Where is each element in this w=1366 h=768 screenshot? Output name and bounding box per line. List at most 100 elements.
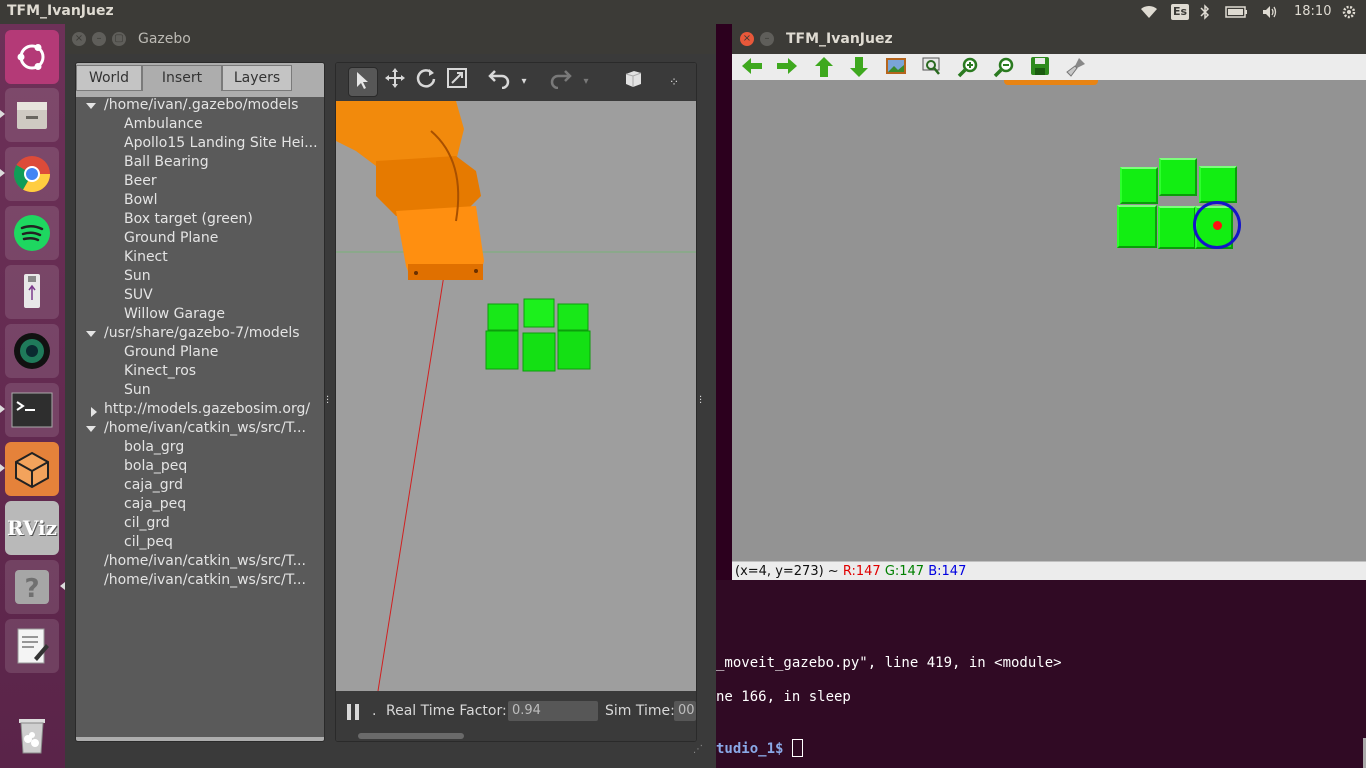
clock[interactable]: 18:10: [1294, 4, 1331, 20]
tree-folder[interactable]: /usr/share/gazebo-7/models: [104, 325, 318, 344]
image-view-window: × – TFM_IvanJuez (x=4, y=273) ~ R:147 G:…: [732, 24, 1366, 580]
minimize-icon[interactable]: –: [92, 32, 106, 46]
close-icon[interactable]: ×: [740, 32, 754, 46]
tree-item[interactable]: Kinect_ros: [124, 363, 318, 382]
redo-icon[interactable]: [546, 67, 576, 97]
tree-item[interactable]: SUV: [124, 287, 318, 306]
active-window-title: TFM_IvanJuez: [7, 3, 114, 19]
back-arrow-icon[interactable]: [740, 56, 764, 78]
camera-app-icon[interactable]: [5, 324, 59, 378]
tree-folder[interactable]: /home/ivan/catkin_ws/src/T...: [104, 420, 318, 439]
expand-right-icon[interactable]: [91, 407, 97, 417]
maximize-icon[interactable]: ▢: [112, 32, 126, 46]
3d-viewport[interactable]: [336, 101, 696, 691]
up-arrow-icon[interactable]: [812, 56, 836, 78]
tree-item[interactable]: bola_peq: [124, 458, 318, 477]
terminal-prompt: tudio_1$: [716, 741, 792, 757]
gazebo-icon[interactable]: [5, 442, 59, 496]
save-icon[interactable]: [1028, 56, 1052, 78]
select-arrow-icon[interactable]: [348, 67, 378, 97]
files-icon[interactable]: [5, 88, 59, 142]
tree-label: caja_grd: [124, 477, 184, 493]
trash-icon[interactable]: [5, 708, 59, 762]
zoom-out-icon[interactable]: [992, 56, 1016, 78]
tree-item[interactable]: Ball Bearing: [124, 154, 318, 173]
chrome-icon[interactable]: [5, 147, 59, 201]
translate-icon[interactable]: [380, 67, 410, 97]
gazebo-window: × – ▢ Gazebo World Insert Layers /home/i…: [65, 24, 716, 768]
tree-item[interactable]: Sun: [124, 382, 318, 401]
horizontal-scrollbar[interactable]: [358, 733, 464, 739]
terminal-prompt-line: tudio_1$: [716, 739, 803, 757]
ubuntu-dash-icon[interactable]: [5, 30, 59, 84]
wifi-icon[interactable]: [1139, 4, 1159, 20]
terminal-window[interactable]: _moveit_gazebo.py", line 419, in <module…: [716, 580, 1366, 768]
help-icon[interactable]: ?: [5, 560, 59, 614]
tree-item[interactable]: Willow Garage: [124, 306, 318, 325]
undo-icon[interactable]: [484, 67, 514, 97]
tree-item[interactable]: cil_grd: [124, 515, 318, 534]
image-canvas[interactable]: [732, 80, 1366, 561]
tab-layers[interactable]: Layers: [222, 65, 292, 91]
terminal-icon[interactable]: [5, 383, 59, 437]
tree-item[interactable]: Bowl: [124, 192, 318, 211]
forward-arrow-icon[interactable]: [775, 56, 799, 78]
spotify-icon[interactable]: [5, 206, 59, 260]
expand-down-icon[interactable]: [86, 103, 96, 109]
undo-dropdown-icon[interactable]: ▾: [516, 67, 532, 97]
tree-folder[interactable]: /home/ivan/.gazebo/models: [104, 97, 318, 116]
expand-down-icon[interactable]: [86, 331, 96, 337]
volume-icon[interactable]: [1261, 4, 1279, 20]
tree-item[interactable]: Apollo15 Landing Site Hei...: [124, 135, 318, 154]
tab-insert[interactable]: Insert: [142, 65, 222, 91]
zoom-in-icon[interactable]: [956, 56, 980, 78]
image-icon[interactable]: [884, 56, 908, 78]
scale-icon[interactable]: [442, 67, 472, 97]
clear-brush-icon[interactable]: [1064, 56, 1088, 78]
keyboard-layout-indicator[interactable]: Es: [1171, 4, 1189, 20]
tree-item[interactable]: Box target (green): [124, 211, 318, 230]
usb-drive-icon[interactable]: [5, 265, 59, 319]
rviz-icon[interactable]: RViz: [5, 501, 59, 555]
box-shape-icon[interactable]: [618, 67, 648, 97]
tree-folder[interactable]: /home/ivan/catkin_ws/src/T...: [104, 553, 318, 572]
tree-folder[interactable]: /home/ivan/catkin_ws/src/T...: [104, 572, 318, 591]
more-icon[interactable]: ⁘: [666, 67, 682, 97]
tree-item[interactable]: caja_peq: [124, 496, 318, 515]
tree-item[interactable]: caja_grd: [124, 477, 318, 496]
model-tree[interactable]: /home/ivan/.gazebo/models Ambulance Apollo…: [76, 97, 324, 737]
tab-world[interactable]: World: [76, 65, 142, 91]
resize-grip-icon[interactable]: ⋰: [693, 744, 703, 755]
tree-item[interactable]: Kinect: [124, 249, 318, 268]
tree-item[interactable]: cil_peq: [124, 534, 318, 553]
tree-item[interactable]: Beer: [124, 173, 318, 192]
tree-item[interactable]: Ambulance: [124, 116, 318, 135]
tree-item[interactable]: Ground Plane: [124, 230, 318, 249]
terminal-line-2: ne 166, in sleep: [716, 689, 851, 705]
tree-item[interactable]: Ground Plane: [124, 344, 318, 363]
tree-label: Beer: [124, 173, 157, 189]
cube: [1159, 158, 1197, 196]
battery-icon[interactable]: [1225, 4, 1249, 20]
pixel-g: G:147: [884, 564, 925, 579]
close-icon[interactable]: ×: [72, 32, 86, 46]
rotate-icon[interactable]: [411, 67, 441, 97]
tree-item[interactable]: bola_grg: [124, 439, 318, 458]
gazebo-titlebar[interactable]: × – ▢ Gazebo: [65, 24, 716, 54]
text-editor-icon[interactable]: [5, 619, 59, 673]
zoom-fit-icon[interactable]: [920, 56, 944, 78]
bluetooth-icon[interactable]: [1200, 4, 1210, 20]
tree-label: Sun: [124, 268, 151, 284]
expand-down-icon[interactable]: [86, 426, 96, 432]
redo-dropdown-icon[interactable]: ▾: [578, 67, 594, 97]
image-view-titlebar[interactable]: × – TFM_IvanJuez: [732, 24, 1366, 54]
tree-folder[interactable]: http://models.gazebosim.org/: [104, 401, 318, 420]
pause-icon[interactable]: [346, 703, 360, 721]
tree-item[interactable]: Sun: [124, 268, 318, 287]
splitter-handle-right[interactable]: · · ·: [699, 393, 703, 409]
down-arrow-icon[interactable]: [847, 56, 871, 78]
splitter-handle[interactable]: · · ·: [326, 393, 330, 409]
settings-gear-icon[interactable]: [1341, 4, 1357, 20]
step-dot-icon[interactable]: .: [372, 703, 376, 719]
minimize-icon[interactable]: –: [760, 32, 774, 46]
